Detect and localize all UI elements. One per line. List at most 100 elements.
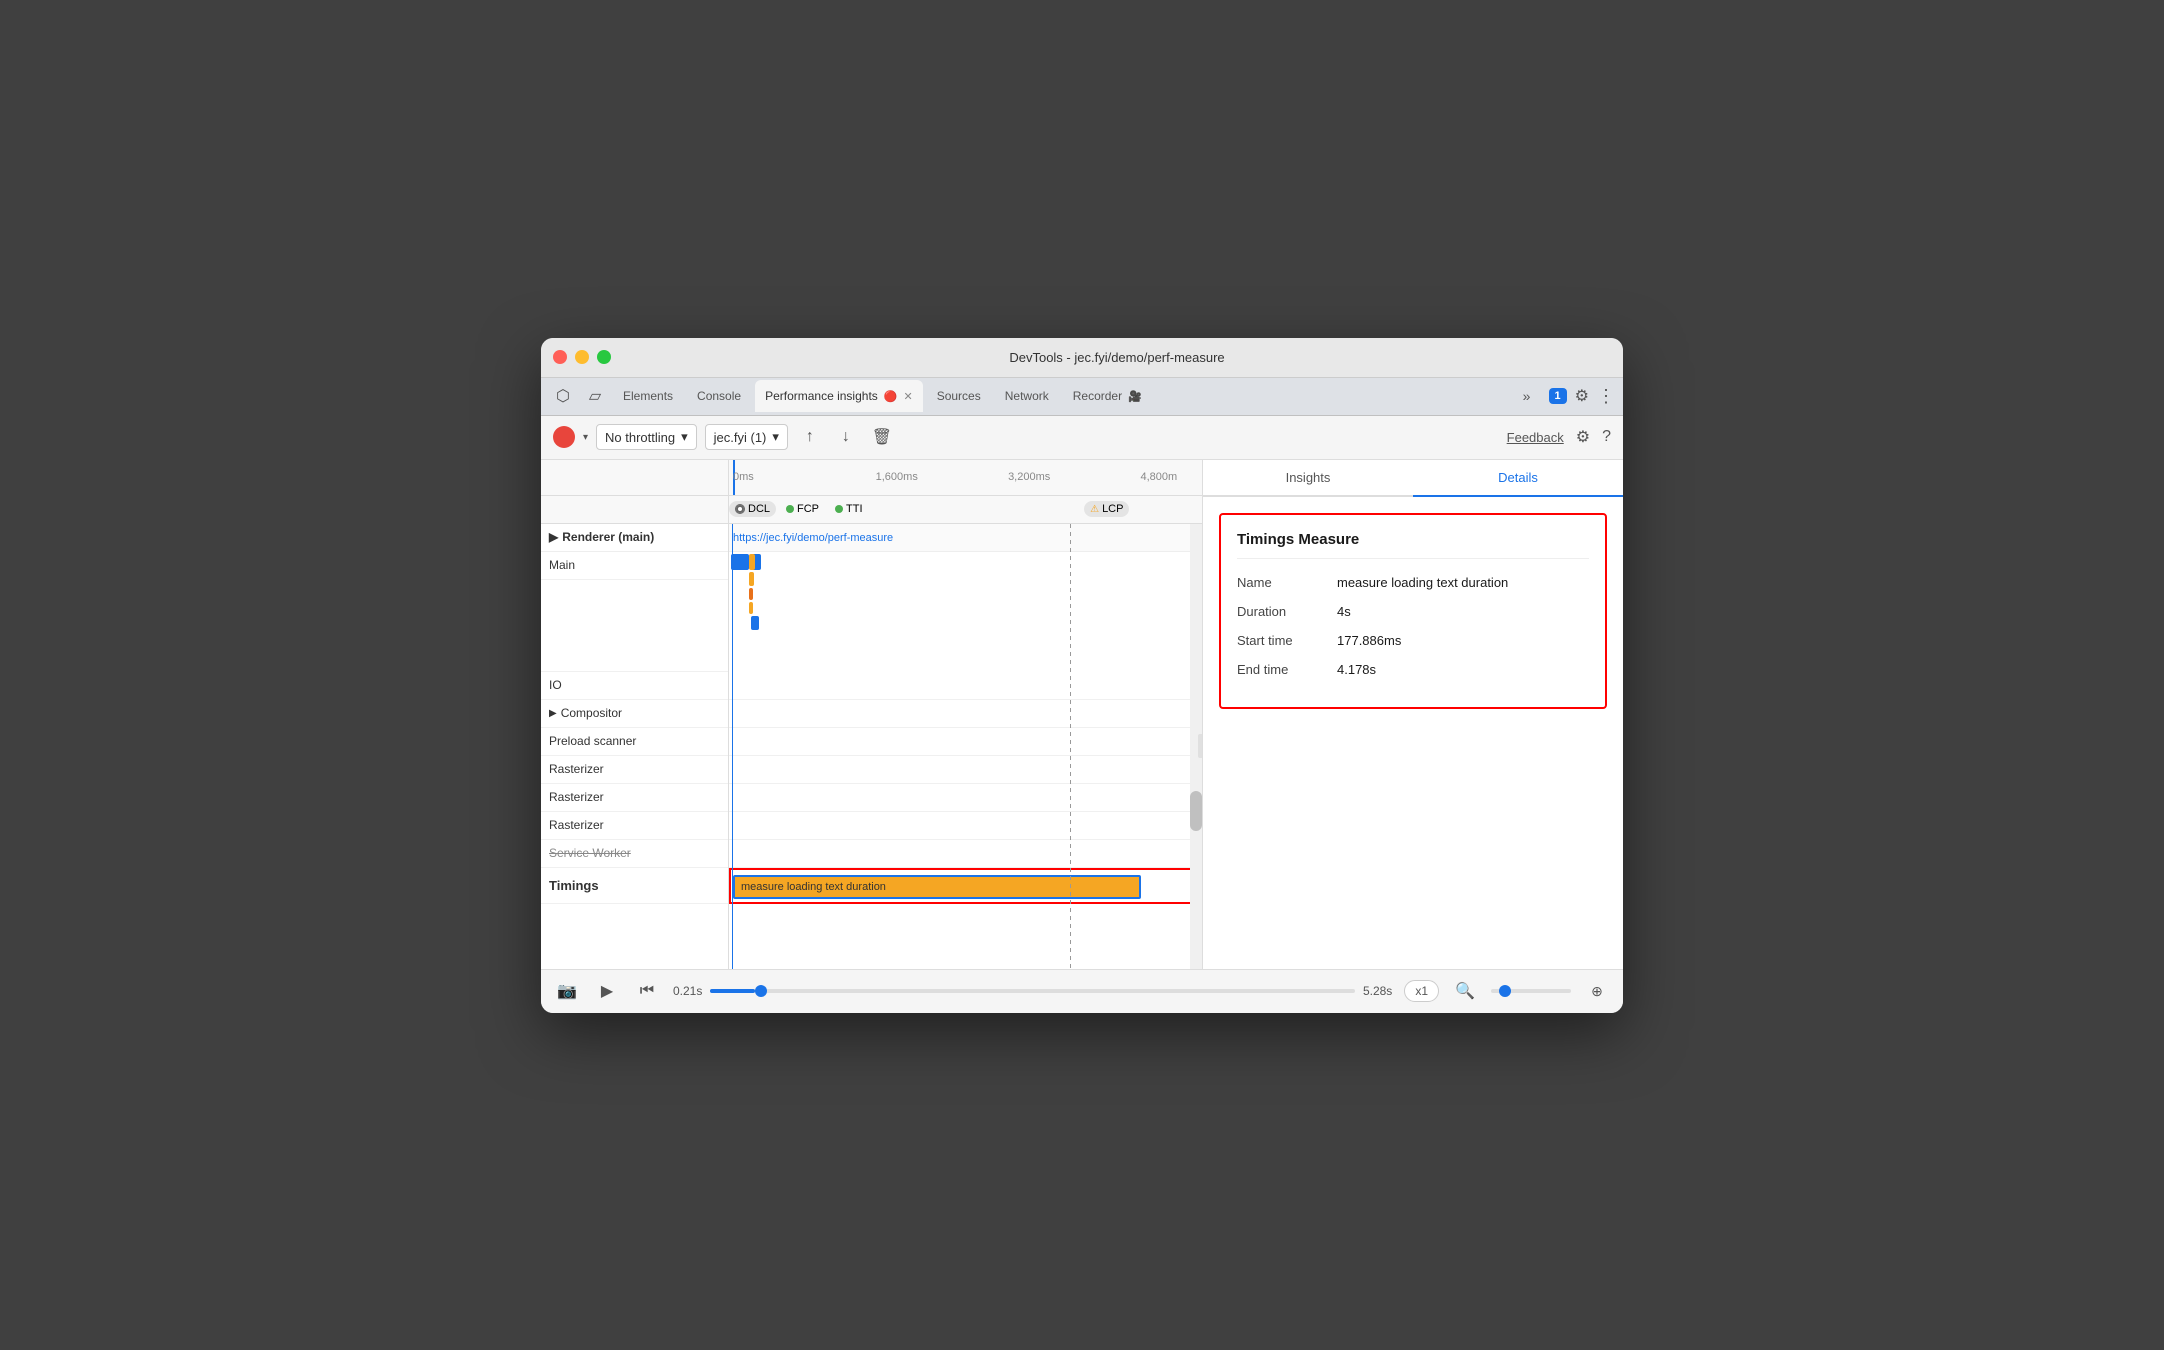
end-time-value: 4.178s (1337, 662, 1376, 677)
session-dropdown[interactable]: jec.fyi (1) ▾ (705, 424, 788, 450)
flame-blue-3 (751, 616, 759, 630)
rasterizer-track-label-1: Rasterizer (541, 756, 728, 784)
rasterizer-row-3 (729, 812, 1202, 840)
download-button[interactable]: ↓ (832, 423, 860, 451)
collapse-panel-button[interactable]: › (1198, 734, 1202, 758)
more-tabs-button[interactable]: » (1513, 382, 1541, 410)
maximize-button[interactable] (597, 350, 611, 364)
io-track-label: IO (541, 672, 728, 700)
slider-thumb[interactable] (755, 985, 767, 997)
record-button[interactable] (553, 426, 575, 448)
delete-button[interactable]: 🗑 (868, 423, 896, 451)
renderer-content-row: https://jec.fyi/demo/perf-measure (729, 524, 1202, 552)
ruler-mark-3200ms: 3,200ms (1008, 471, 1050, 483)
slider-fill (710, 989, 755, 993)
toolbar-right: Feedback ⚙ ? (1507, 427, 1611, 447)
tab-network[interactable]: Network (995, 380, 1059, 412)
lcp-marker[interactable]: ⚠ LCP (1084, 501, 1129, 517)
flame-orange-1 (749, 588, 753, 600)
name-value: measure loading text duration (1337, 575, 1508, 590)
zoom-in-icon[interactable]: ⊕ (1583, 977, 1611, 1005)
start-time-label: Start time (1237, 633, 1337, 648)
start-time-value: 177.886ms (1337, 633, 1401, 648)
tab-console[interactable]: Console (687, 380, 751, 412)
zoom-level-label: x1 (1404, 980, 1439, 1002)
timing-measure-bar[interactable]: measure loading text duration (733, 875, 1141, 899)
timings-track-label: Timings (541, 868, 728, 904)
preload-track-label: Preload scanner (541, 728, 728, 756)
flame-yellow-2 (749, 572, 754, 586)
tab-details[interactable]: Details (1413, 460, 1623, 497)
tab-performance-insights[interactable]: Performance insights 🔴 ✕ (755, 380, 923, 412)
rasterizer-row-1 (729, 756, 1202, 784)
event-markers-bar: DCL FCP TTI ⚠ LCP (541, 496, 1202, 524)
tab-sources[interactable]: Sources (927, 380, 991, 412)
fcp-label: FCP (797, 503, 819, 515)
detail-row-end-time: End time 4.178s (1237, 662, 1589, 677)
screenshots-icon[interactable]: 📷 (553, 977, 581, 1005)
end-time-label: End time (1237, 662, 1337, 677)
throttle-dropdown[interactable]: No throttling ▾ (596, 424, 697, 450)
cursor-icon[interactable]: ⬡ (549, 382, 577, 410)
title-bar: DevTools - jec.fyi/demo/perf-measure (541, 338, 1623, 378)
ruler-mark-0ms: 0ms (733, 471, 754, 483)
more-options-icon[interactable]: ⋮ (1597, 386, 1615, 407)
end-time-label: 5.28s (1363, 984, 1392, 998)
compositor-track-row (729, 700, 1202, 728)
markers-label-spacer (541, 496, 729, 523)
service-worker-track-label: Service Worker (541, 840, 728, 868)
detail-row-name: Name measure loading text duration (1237, 575, 1589, 590)
tti-marker[interactable]: TTI (829, 501, 869, 517)
flame-yellow-3 (749, 602, 753, 614)
tracks-content[interactable]: https://jec.fyi/demo/perf-measure (729, 524, 1202, 969)
zoom-out-icon[interactable]: 🔍 (1451, 977, 1479, 1005)
ruler-mark-1600ms: 1,600ms (876, 471, 918, 483)
toolbar: ▾ No throttling ▾ jec.fyi (1) ▾ ↑ ↓ 🗑 Fe… (541, 416, 1623, 460)
timeline-slider[interactable] (710, 989, 1355, 993)
minimize-button[interactable] (575, 350, 589, 364)
scrollbar-thumb[interactable] (1190, 791, 1202, 831)
zoom-slider-thumb[interactable] (1499, 985, 1511, 997)
lcp-dashed-line (1070, 524, 1071, 969)
recorder-icon: 🎥 (1128, 390, 1142, 403)
duration-label: Duration (1237, 604, 1337, 619)
upload-button[interactable]: ↑ (796, 423, 824, 451)
timings-measure-title: Timings Measure (1237, 531, 1589, 559)
start-time-label: 0.21s (673, 984, 702, 998)
session-dropdown-arrow: ▾ (772, 429, 779, 445)
rasterizer-track-label-3: Rasterizer (541, 812, 728, 840)
devices-icon[interactable]: ▱ (581, 382, 609, 410)
fcp-marker[interactable]: FCP (780, 501, 825, 517)
left-panel: 0ms 1,600ms 3,200ms 4,800m DCL FCP (541, 460, 1203, 969)
recording-icon: 🔴 (884, 390, 898, 403)
record-dropdown-arrow[interactable]: ▾ (583, 432, 588, 443)
chat-badge[interactable]: 1 (1549, 388, 1567, 404)
skip-to-start-button[interactable]: ⏮ (633, 977, 661, 1005)
tracks-labels: ▶ Renderer (main) Main IO ▶ Compositor (541, 524, 729, 969)
timings-content-row[interactable]: measure loading text duration (729, 868, 1202, 904)
detail-row-start-time: Start time 177.886ms (1237, 633, 1589, 648)
dcl-marker[interactable]: DCL (729, 501, 776, 517)
tab-elements[interactable]: Elements (613, 380, 683, 412)
bottom-bar: 📷 ▶ ⏮ 0.21s 5.28s x1 🔍 ⊕ (541, 969, 1623, 1013)
timings-measure-box: Timings Measure Name measure loading tex… (1219, 513, 1607, 709)
toolbar-help-icon[interactable]: ? (1602, 428, 1611, 446)
feedback-link[interactable]: Feedback (1507, 430, 1564, 445)
compositor-track-label: ▶ Compositor (541, 700, 728, 728)
timeline-slider-container: 0.21s 5.28s (673, 984, 1392, 998)
renderer-track-label: ▶ Renderer (main) (541, 524, 728, 552)
flame-yellow-1 (749, 554, 755, 570)
lcp-label: LCP (1102, 503, 1123, 515)
tti-label: TTI (846, 503, 863, 515)
play-button[interactable]: ▶ (593, 977, 621, 1005)
details-panel: Timings Measure Name measure loading tex… (1203, 497, 1623, 969)
toolbar-settings-icon[interactable]: ⚙ (1576, 427, 1590, 447)
settings-icon[interactable]: ⚙ (1575, 386, 1589, 406)
rasterizer-row-2 (729, 784, 1202, 812)
tti-dot (835, 505, 843, 513)
tab-close-icon[interactable]: ✕ (903, 390, 912, 403)
close-button[interactable] (553, 350, 567, 364)
tab-insights[interactable]: Insights (1203, 460, 1413, 495)
tab-recorder[interactable]: Recorder 🎥 (1063, 380, 1152, 412)
zoom-slider[interactable] (1491, 989, 1571, 993)
